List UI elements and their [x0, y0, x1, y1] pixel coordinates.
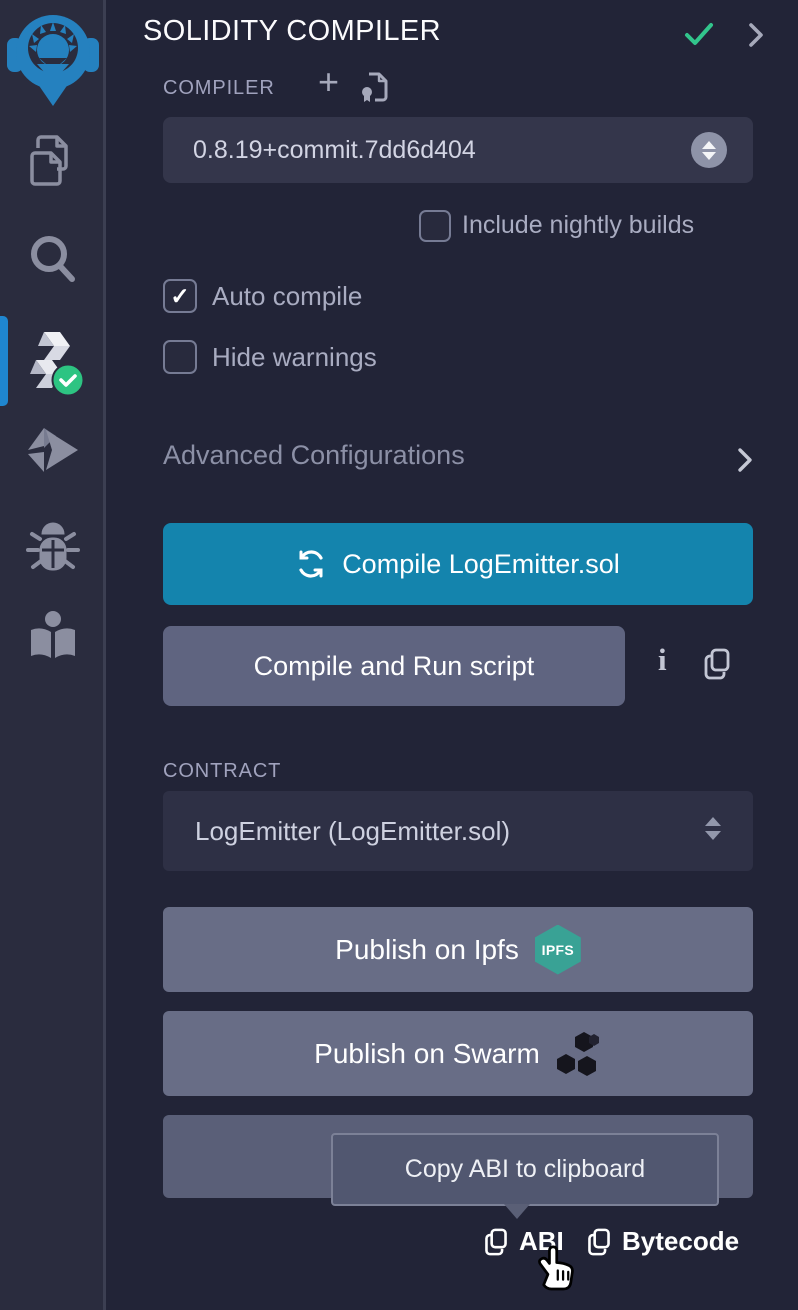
- hide-warnings-label[interactable]: Hide warnings: [212, 342, 377, 373]
- compiler-section-label: COMPILER: [163, 77, 275, 100]
- compile-and-run-button[interactable]: Compile and Run script: [163, 626, 625, 706]
- publish-ipfs-label: Publish on Ipfs: [335, 934, 519, 966]
- panel-collapse-chevron-icon[interactable]: [744, 20, 768, 50]
- copy-bytecode-button[interactable]: Bytecode: [586, 1226, 739, 1257]
- compile-button[interactable]: Compile LogEmitter.sol: [163, 523, 753, 605]
- license-doc-icon[interactable]: [359, 70, 389, 104]
- contract-select[interactable]: LogEmitter (LogEmitter.sol): [163, 791, 753, 871]
- contract-select-arrows-icon: [705, 817, 721, 840]
- chevron-right-icon[interactable]: [732, 444, 758, 476]
- search-icon: [27, 232, 79, 286]
- remix-logo: [0, 8, 106, 108]
- advanced-configurations-toggle[interactable]: Advanced Configurations: [163, 440, 465, 471]
- abi-label: ABI: [519, 1226, 564, 1257]
- compiler-version-select[interactable]: 0.8.19+commit.7dd6d404: [163, 117, 753, 183]
- contract-section-label: CONTRACT: [163, 760, 281, 783]
- copy-abi-tooltip: Copy ABI to clipboard: [331, 1133, 719, 1206]
- swarm-icon: [554, 1030, 602, 1078]
- remix-logo-icon: [7, 8, 99, 108]
- add-custom-compiler-icon[interactable]: +: [318, 64, 339, 100]
- hide-warnings-checkbox[interactable]: ✓: [163, 340, 197, 374]
- sidebar-item-file-explorer[interactable]: [0, 134, 106, 188]
- auto-compile-checkbox[interactable]: ✓: [163, 279, 197, 313]
- bytecode-label: Bytecode: [622, 1226, 739, 1257]
- copy-icon: [483, 1227, 509, 1257]
- tooltip-text: Copy ABI to clipboard: [405, 1155, 645, 1184]
- sidebar-item-solidity-compiler[interactable]: [0, 330, 106, 396]
- include-nightly-label[interactable]: Include nightly builds: [462, 211, 694, 240]
- sidebar-item-deploy-and-run[interactable]: [0, 426, 106, 476]
- sidebar-item-plugin-manager[interactable]: [0, 610, 106, 662]
- refresh-icon: [296, 549, 326, 579]
- copy-icon[interactable]: [702, 647, 732, 681]
- tooltip-caret: [504, 1204, 530, 1219]
- copy-icon: [586, 1227, 612, 1257]
- compile-and-run-label: Compile and Run script: [254, 651, 535, 682]
- file-explorer-icon: [28, 134, 78, 188]
- version-select-arrows-icon: [691, 132, 727, 168]
- publish-swarm-button[interactable]: Publish on Swarm: [163, 1011, 753, 1096]
- contract-select-value: LogEmitter (LogEmitter.sol): [195, 816, 510, 847]
- compile-success-check-icon: [683, 19, 715, 49]
- publish-ipfs-button[interactable]: Publish on Ipfs IPFS: [163, 907, 753, 992]
- sidebar-item-debugger[interactable]: [0, 520, 106, 578]
- debugger-icon: [26, 520, 80, 578]
- compiler-version-value: 0.8.19+commit.7dd6d404: [193, 136, 476, 165]
- copy-abi-button[interactable]: ABI: [483, 1226, 564, 1257]
- compile-button-label: Compile LogEmitter.sol: [342, 549, 620, 580]
- auto-compile-label[interactable]: Auto compile: [212, 281, 362, 312]
- info-icon[interactable]: i: [658, 642, 667, 678]
- publish-swarm-label: Publish on Swarm: [314, 1038, 540, 1070]
- sidebar-item-search[interactable]: [0, 232, 106, 286]
- icon-sidebar: [0, 0, 106, 1310]
- book-icon: [27, 610, 79, 662]
- deploy-run-icon: [24, 426, 82, 476]
- solidity-compiler-panel: SOLIDITY COMPILER COMPILER + 0.8.19+comm…: [0, 0, 798, 1310]
- ipfs-icon: IPFS: [535, 925, 581, 975]
- page-title: SOLIDITY COMPILER: [143, 15, 441, 48]
- include-nightly-checkbox[interactable]: ✓: [419, 210, 451, 242]
- solidity-compiler-icon: [22, 330, 84, 396]
